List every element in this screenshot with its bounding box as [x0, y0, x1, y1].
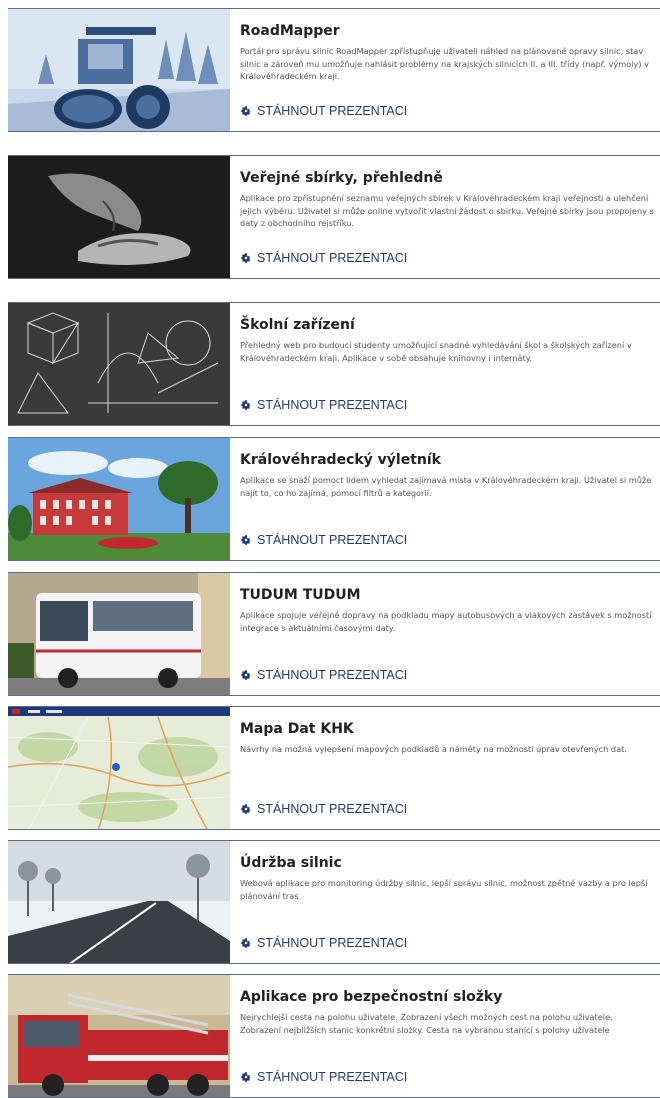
download-presentation-label: STÁHNOUT PREZENTACI — [257, 104, 408, 118]
chalkboard-image — [8, 303, 230, 425]
download-presentation-label: STÁHNOUT PREZENTACI — [257, 1070, 408, 1084]
project-card: RoadMapper Portál pro správu silnic Road… — [8, 8, 660, 132]
gear-icon — [241, 670, 251, 680]
hands-image — [8, 156, 230, 278]
card-body: Královéhradecký výletník Aplikace se sna… — [240, 438, 654, 560]
card-title: TUDUM TUDUM — [240, 587, 361, 603]
card-body: Mapa Dat KHK Návrhy na možná vylepšení m… — [240, 707, 654, 829]
download-presentation-label: STÁHNOUT PREZENTACI — [257, 668, 408, 682]
card-description: Nejrychlejší cesta na polohu uživatele. … — [240, 1012, 613, 1035]
download-presentation-button[interactable]: STÁHNOUT PREZENTACI — [240, 1070, 407, 1084]
card-title: Veřejné sbírky, přehledně — [240, 170, 443, 186]
download-presentation-button[interactable]: STÁHNOUT PREZENTACI — [240, 802, 407, 816]
gear-icon — [241, 400, 251, 410]
card-title: Aplikace pro bezpečnostní složky — [240, 989, 503, 1005]
gear-icon — [241, 253, 251, 263]
project-card: Královéhradecký výletník Aplikace se sna… — [8, 437, 660, 561]
card-body: Údržba silnic Webová aplikace pro monito… — [240, 841, 654, 963]
card-body: RoadMapper Portál pro správu silnic Road… — [240, 9, 654, 131]
road-roller-image — [8, 9, 230, 131]
card-description: Přehledný web pro budoucí studenty umožň… — [240, 340, 632, 363]
gear-icon — [241, 804, 251, 814]
gear-icon — [241, 938, 251, 948]
gear-icon — [241, 106, 251, 116]
project-card: Školní zařízení Přehledný web pro budouc… — [8, 302, 660, 426]
card-body: Aplikace pro bezpečnostní složky Nejrych… — [240, 975, 654, 1097]
project-card: TUDUM TUDUM Aplikace spojuje veřejné dop… — [8, 572, 660, 696]
download-presentation-label: STÁHNOUT PREZENTACI — [257, 936, 408, 950]
card-description: Portál pro správu silnic RoadMapper zpří… — [240, 46, 649, 81]
winter-road-image — [8, 841, 230, 963]
card-description: Aplikace pro zpřístupnění seznamu veřejn… — [240, 193, 654, 228]
card-title: Školní zařízení — [240, 317, 355, 333]
card-title: RoadMapper — [240, 23, 340, 39]
card-description: Návrhy na možná vylepšení mapových podkl… — [240, 744, 627, 754]
card-body: TUDUM TUDUM Aplikace spojuje veřejné dop… — [240, 573, 654, 695]
download-presentation-button[interactable]: STÁHNOUT PREZENTACI — [240, 533, 407, 547]
download-presentation-label: STÁHNOUT PREZENTACI — [257, 251, 408, 265]
card-description: Webová aplikace pro monitoring údržby si… — [240, 878, 648, 901]
download-presentation-label: STÁHNOUT PREZENTACI — [257, 802, 408, 816]
card-title: Údržba silnic — [240, 855, 342, 871]
card-title: Mapa Dat KHK — [240, 721, 354, 737]
map-image — [8, 707, 230, 829]
gear-icon — [241, 535, 251, 545]
download-presentation-button[interactable]: STÁHNOUT PREZENTACI — [240, 936, 407, 950]
card-description: Aplikace spojuje veřejné dopravy na podk… — [240, 610, 652, 633]
card-body: Veřejné sbírky, přehledně Aplikace pro z… — [240, 156, 654, 278]
card-title: Královéhradecký výletník — [240, 452, 441, 468]
download-presentation-button[interactable]: STÁHNOUT PREZENTACI — [240, 104, 407, 118]
card-body: Školní zařízení Přehledný web pro budouc… — [240, 303, 654, 425]
chateau-image — [8, 438, 230, 560]
project-card: Údržba silnic Webová aplikace pro monito… — [8, 840, 660, 964]
download-presentation-button[interactable]: STÁHNOUT PREZENTACI — [240, 251, 407, 265]
project-card: Mapa Dat KHK Návrhy na možná vylepšení m… — [8, 706, 660, 830]
fire-truck-image — [8, 975, 230, 1097]
project-card: Veřejné sbírky, přehledně Aplikace pro z… — [8, 155, 660, 279]
project-card: Aplikace pro bezpečnostní složky Nejrych… — [8, 974, 660, 1098]
card-description: Aplikace se snaží pomoct lidem vyhledat … — [240, 475, 652, 498]
bus-image — [8, 573, 230, 695]
download-presentation-button[interactable]: STÁHNOUT PREZENTACI — [240, 398, 407, 412]
download-presentation-button[interactable]: STÁHNOUT PREZENTACI — [240, 668, 407, 682]
gear-icon — [241, 1072, 251, 1082]
download-presentation-label: STÁHNOUT PREZENTACI — [257, 533, 408, 547]
download-presentation-label: STÁHNOUT PREZENTACI — [257, 398, 408, 412]
